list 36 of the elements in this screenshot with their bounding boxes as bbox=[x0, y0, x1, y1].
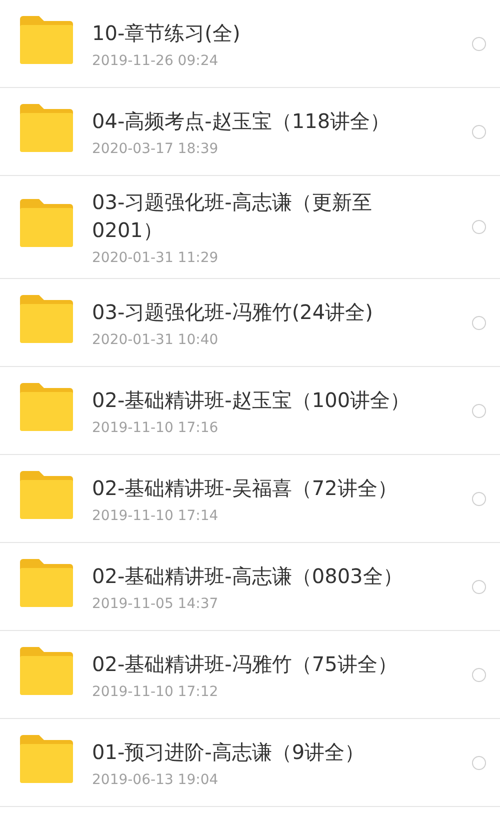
folder-name[interactable]: 01-预习进阶-高志谦（9讲全） bbox=[92, 738, 437, 766]
folder-name[interactable]: 03-习题强化班-冯雅竹(24讲全) bbox=[92, 298, 437, 326]
select-radio[interactable] bbox=[472, 492, 486, 506]
folder-name[interactable]: 02-基础精讲班-赵玉宝（100讲全） bbox=[92, 386, 437, 414]
modified-date: 2019-06-13 19:04 bbox=[92, 772, 220, 788]
modified-date: 2019-11-10 17:14 bbox=[92, 508, 220, 524]
folder-name[interactable]: 10-章节练习(全) bbox=[92, 18, 437, 46]
select-radio[interactable] bbox=[472, 124, 486, 138]
folder-icon bbox=[20, 734, 73, 782]
folder-name[interactable]: 04-高频考点-赵玉宝（118讲全） bbox=[92, 106, 437, 134]
folder-icon bbox=[20, 294, 73, 342]
select-radio[interactable] bbox=[472, 756, 486, 770]
select-radio[interactable] bbox=[472, 668, 486, 682]
select-radio[interactable] bbox=[472, 220, 486, 234]
modified-date: 2020-03-17 18:39 bbox=[92, 140, 220, 156]
modified-date: 2019-11-26 09:24 bbox=[92, 52, 220, 68]
select-radio[interactable] bbox=[472, 36, 486, 50]
folder-icon bbox=[20, 646, 73, 694]
modified-date: 2020-01-31 11:29 bbox=[92, 250, 220, 266]
folder-name[interactable]: 03-习题强化班-高志谦（更新至0201） bbox=[92, 188, 437, 244]
select-radio[interactable] bbox=[472, 404, 486, 418]
folder-icon bbox=[20, 104, 73, 152]
folder-icon bbox=[20, 199, 73, 247]
modified-date: 2019-11-10 17:16 bbox=[92, 420, 220, 436]
folder-icon bbox=[20, 382, 73, 430]
folder-icon bbox=[20, 16, 73, 64]
select-radio[interactable] bbox=[472, 316, 486, 330]
modified-date: 2019-11-05 14:37 bbox=[92, 596, 220, 612]
select-radio[interactable] bbox=[472, 580, 486, 594]
folder-name[interactable]: 02-基础精讲班-高志谦（0803全） bbox=[92, 562, 437, 590]
modified-date: 2019-11-10 17:12 bbox=[92, 684, 220, 700]
folder-name[interactable]: 02-基础精讲班-冯雅竹（75讲全） bbox=[92, 650, 437, 678]
modified-date: 2020-01-31 10:40 bbox=[92, 332, 220, 348]
folder-name[interactable]: 02-基础精讲班-吴福喜（72讲全） bbox=[92, 474, 437, 502]
folder-icon bbox=[20, 470, 73, 518]
folder-icon bbox=[20, 558, 73, 606]
